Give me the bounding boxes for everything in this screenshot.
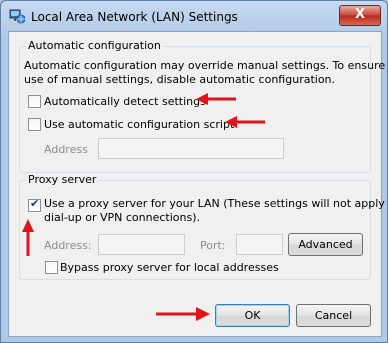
arrow-up-icon <box>22 219 34 256</box>
config-script-checkbox[interactable] <box>28 118 41 131</box>
auto-config-description-line1: Automatic configuration may override man… <box>24 59 388 72</box>
title-bar: Local Area Network (LAN) Settings X <box>1 1 387 33</box>
proxy-port-label: Port: <box>200 239 226 252</box>
proxy-port-input[interactable] <box>236 234 283 255</box>
bypass-local-label[interactable]: Bypass proxy server for local addresses <box>60 261 279 274</box>
use-proxy-label-line2[interactable]: dial-up or VPN connections). <box>44 211 200 224</box>
detect-settings-label[interactable]: Automatically detect settings <box>44 95 206 108</box>
auto-config-group: Automatic configuration Automatic config… <box>19 39 388 173</box>
config-script-label[interactable]: Use automatic configuration script <box>44 118 234 131</box>
use-proxy-label-line1[interactable]: Use a proxy server for your LAN (These s… <box>44 197 388 210</box>
proxy-address-label: Address: <box>44 239 92 252</box>
arrow-left-icon <box>225 116 265 128</box>
detect-settings-checkbox[interactable] <box>28 95 41 108</box>
script-address-label: Address <box>44 143 88 156</box>
auto-config-description-line2: use of manual settings, disable automati… <box>24 73 336 86</box>
bypass-local-checkbox[interactable] <box>45 261 58 274</box>
proxy-address-input[interactable] <box>98 234 185 255</box>
arrow-right-icon <box>156 307 210 321</box>
close-button[interactable]: X <box>339 5 381 26</box>
cancel-button[interactable]: Cancel <box>296 304 371 327</box>
advanced-button[interactable]: Advanced <box>288 233 363 256</box>
auto-config-legend: Automatic configuration <box>26 39 163 52</box>
ok-button[interactable]: OK <box>215 304 290 327</box>
lan-settings-dialog: Local Area Network (LAN) Settings X Auto… <box>0 0 388 343</box>
dialog-body: Automatic configuration Automatic config… <box>8 31 388 337</box>
script-address-input[interactable] <box>98 138 284 159</box>
arrow-left-icon <box>196 93 236 105</box>
use-proxy-checkbox[interactable] <box>28 197 41 212</box>
network-icon <box>9 9 25 24</box>
window-title: Local Area Network (LAN) Settings <box>31 10 238 24</box>
proxy-server-legend: Proxy server <box>26 173 99 186</box>
proxy-server-group: Proxy server Use a proxy server for your… <box>19 173 388 280</box>
